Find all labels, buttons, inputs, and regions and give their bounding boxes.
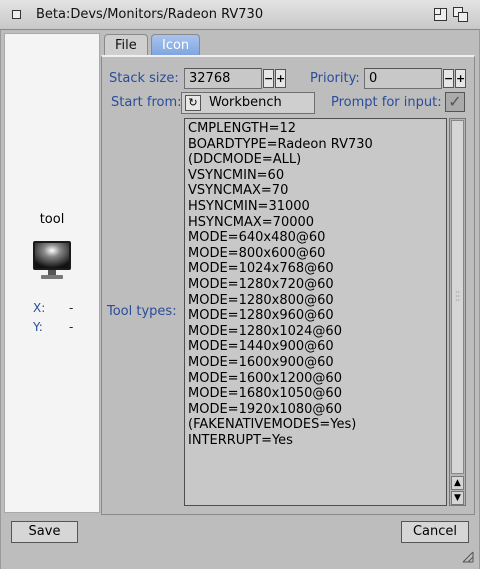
priority-decrement-button[interactable]: − bbox=[443, 69, 454, 88]
tool-types-scrollbar[interactable]: ·· ·· ·· ▲ ▼ bbox=[449, 118, 466, 506]
tool-type-line[interactable]: MODE=1920x1080@60 bbox=[188, 402, 443, 418]
tool-type-line[interactable]: MODE=800x600@60 bbox=[188, 246, 443, 262]
tool-type-line[interactable]: MODE=1280x960@60 bbox=[188, 308, 443, 324]
tool-type-line[interactable]: MODE=1600x1200@60 bbox=[188, 371, 443, 387]
tool-type-line[interactable]: VSYNCMAX=70 bbox=[188, 183, 443, 199]
stack-size-label: Stack size: bbox=[109, 71, 179, 86]
tab-icon[interactable]: Icon bbox=[151, 34, 201, 56]
tab-icon-label: Icon bbox=[162, 38, 190, 53]
tool-types-label: Tool types: bbox=[107, 304, 177, 319]
x-label: X: bbox=[33, 301, 46, 315]
stack-size-field[interactable]: 32768 bbox=[184, 68, 262, 89]
tool-type-line[interactable]: MODE=1680x1050@60 bbox=[188, 386, 443, 402]
prompt-label: Prompt for input: bbox=[331, 95, 442, 110]
tool-type-line[interactable]: MODE=1600x900@60 bbox=[188, 355, 443, 371]
tool-type-line[interactable]: VSYNCMIN=60 bbox=[188, 168, 443, 184]
tool-type-line[interactable]: MODE=1440x900@60 bbox=[188, 339, 443, 355]
prompt-checkbox[interactable]: ✓ bbox=[445, 92, 465, 112]
scroll-thumb[interactable]: ·· ·· ·· bbox=[451, 120, 464, 474]
tab-file[interactable]: File bbox=[104, 34, 148, 56]
y-value: - bbox=[69, 320, 74, 334]
grip-icon: ·· ·· ·· bbox=[455, 288, 461, 305]
depth-gadget-icon[interactable] bbox=[452, 6, 470, 24]
scroll-up-icon[interactable]: ▲ bbox=[451, 476, 464, 490]
tool-type-line[interactable]: HSYNCMAX=70000 bbox=[188, 215, 443, 231]
tool-types-list[interactable]: CMPLENGTH=12 BOARDTYPE=Radeon RV730 (DDCMO… bbox=[184, 118, 447, 506]
priority-field[interactable]: 0 bbox=[364, 68, 442, 89]
tab-file-label: File bbox=[115, 38, 137, 53]
checkmark-icon: ✓ bbox=[448, 92, 462, 111]
save-button-label: Save bbox=[28, 524, 61, 539]
tool-type-line[interactable]: MODE=1280x720@60 bbox=[188, 277, 443, 293]
priority-increment-button[interactable]: + bbox=[455, 69, 466, 88]
start-from-value: Workbench bbox=[209, 95, 282, 110]
tool-type-line[interactable]: CMPLENGTH=12 bbox=[188, 121, 443, 137]
stack-increment-button[interactable]: + bbox=[275, 69, 286, 88]
cancel-button[interactable]: Cancel bbox=[401, 521, 469, 543]
tool-type-line[interactable]: MODE=1280x800@60 bbox=[188, 293, 443, 309]
tool-type-line[interactable]: BOARDTYPE=Radeon RV730 bbox=[188, 137, 443, 153]
icon-name: tool bbox=[39, 212, 65, 227]
scroll-down-icon[interactable]: ▼ bbox=[451, 491, 464, 505]
cancel-button-label: Cancel bbox=[412, 524, 458, 539]
stack-decrement-button[interactable]: − bbox=[263, 69, 274, 88]
zoom-gadget-icon[interactable] bbox=[432, 6, 450, 24]
icon-preview-panel: tool X: - Y: - bbox=[4, 33, 100, 513]
x-value: - bbox=[69, 301, 74, 315]
tool-type-line[interactable]: MODE=640x480@60 bbox=[188, 230, 443, 246]
cycle-icon: ↻ bbox=[185, 95, 201, 111]
monitor-icon[interactable] bbox=[31, 239, 73, 281]
close-gadget-icon[interactable] bbox=[12, 10, 21, 19]
tool-type-line[interactable]: (FAKENATIVEMODES=Yes) bbox=[188, 417, 443, 433]
start-from-cycle[interactable]: ↻ Workbench bbox=[181, 92, 315, 114]
start-from-label: Start from: bbox=[111, 95, 182, 110]
y-label: Y: bbox=[33, 320, 43, 334]
window-title: Beta:Devs/Monitors/Radeon RV730 bbox=[36, 7, 264, 22]
priority-label: Priority: bbox=[310, 71, 360, 86]
title-bar[interactable]: Beta:Devs/Monitors/Radeon RV730 bbox=[0, 0, 480, 30]
save-button[interactable]: Save bbox=[11, 521, 78, 543]
resize-grip-icon[interactable] bbox=[462, 551, 474, 563]
tool-type-line[interactable]: MODE=1280x1024@60 bbox=[188, 324, 443, 340]
tool-type-line[interactable]: (DDCMODE=ALL) bbox=[188, 152, 443, 168]
tool-type-line[interactable]: MODE=1024x768@60 bbox=[188, 261, 443, 277]
tool-type-line[interactable]: HSYNCMIN=31000 bbox=[188, 199, 443, 215]
tool-type-line[interactable]: INTERRUPT=Yes bbox=[188, 433, 443, 449]
